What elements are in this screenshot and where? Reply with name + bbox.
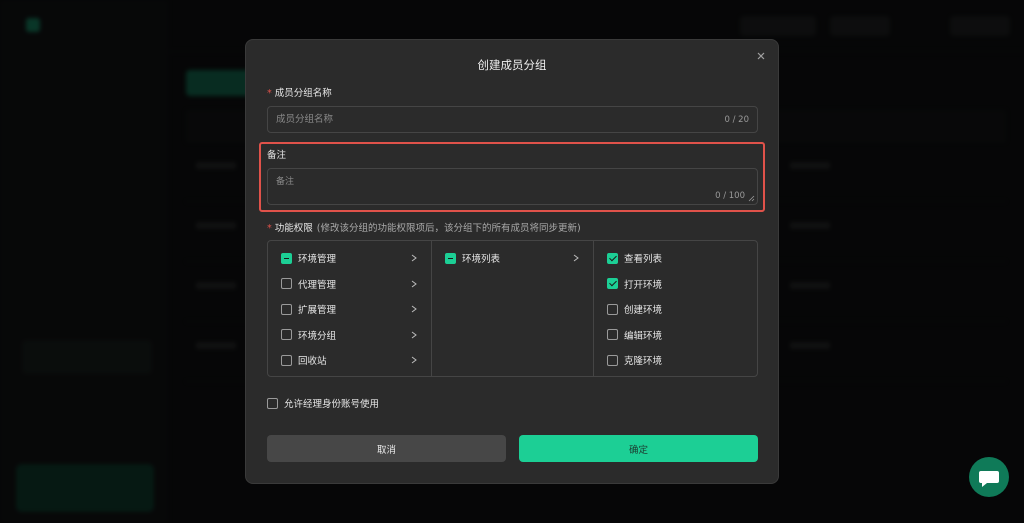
permission-label: 查看列表	[624, 254, 663, 265]
permissions-column-submodules: 环境列表	[432, 241, 594, 376]
cancel-button[interactable]: 取消	[267, 435, 506, 462]
allow-manager-checkbox[interactable]	[267, 397, 278, 409]
permission-label: 环境列表	[462, 254, 501, 265]
chat-support-button[interactable]	[969, 457, 1009, 497]
permission-checkbox[interactable]	[607, 303, 618, 315]
permission-checkbox[interactable]	[607, 329, 618, 340]
permission-checkbox[interactable]	[281, 303, 292, 315]
permission-item[interactable]: 代理管理	[281, 277, 419, 291]
permission-item[interactable]: 扩展管理	[281, 302, 419, 316]
chevron-right-icon[interactable]	[409, 303, 419, 315]
close-icon	[757, 52, 765, 60]
permission-item[interactable]: 环境管理	[281, 251, 419, 265]
create-member-group-dialog: 创建成员分组 *成员分组名称 0 / 20 备注 0 / 100 *功能权限(修…	[245, 39, 779, 484]
permission-item[interactable]: 创建环境	[607, 302, 745, 316]
permission-label: 环境分组	[298, 330, 337, 342]
permissions-column-actions: 查看列表打开环境创建环境编辑环境克隆环境	[594, 241, 757, 376]
chevron-right-icon[interactable]	[409, 354, 419, 366]
permission-label: 代理管理	[298, 279, 337, 291]
required-mark: *	[267, 223, 272, 234]
group-name-input[interactable]	[268, 107, 708, 132]
remark-label: 备注	[267, 150, 287, 161]
permission-item[interactable]: 打开环境	[607, 277, 745, 291]
permission-checkbox[interactable]	[281, 252, 292, 264]
chat-icon	[979, 471, 999, 487]
permissions-panel: 环境管理代理管理扩展管理环境分组回收站 环境列表 查看列表打开环境创建环境编辑环…	[267, 240, 758, 377]
remark-field[interactable]: 0 / 100	[267, 168, 758, 205]
permission-item[interactable]: 查看列表	[607, 251, 745, 265]
chevron-right-icon[interactable]	[409, 252, 419, 264]
permission-checkbox[interactable]	[607, 252, 618, 264]
group-name-field[interactable]: 0 / 20	[267, 106, 758, 133]
permission-checkbox[interactable]	[281, 329, 292, 340]
permission-label: 回收站	[298, 356, 327, 367]
permission-checkbox[interactable]	[281, 354, 292, 366]
confirm-button[interactable]: 确定	[519, 435, 758, 462]
required-mark: *	[267, 88, 272, 99]
permission-label: 创建环境	[624, 305, 663, 316]
permissions-column-modules: 环境管理代理管理扩展管理环境分组回收站	[268, 241, 432, 376]
permission-checkbox[interactable]	[445, 252, 456, 264]
permission-label: 扩展管理	[298, 305, 337, 316]
permissions-hint: (修改该分组的功能权限项后，该分组下的所有成员将同步更新)	[316, 223, 581, 234]
permission-label: 克隆环境	[624, 356, 663, 367]
group-name-label: * 成员分组名称	[267, 88, 332, 99]
allow-manager-label: 允许经理身份账号使用	[284, 399, 380, 410]
chevron-right-icon[interactable]	[571, 252, 581, 264]
permissions-label: * 功能权限 (修改该分组的功能权限项后，该分组下的所有成员将同步更新)	[267, 223, 581, 234]
permission-item[interactable]: 编辑环境	[607, 328, 745, 342]
permission-checkbox[interactable]	[281, 278, 292, 289]
chevron-right-icon[interactable]	[409, 329, 419, 341]
dialog-title: 创建成员分组	[477, 58, 547, 72]
remark-counter: 0 / 100	[715, 191, 745, 201]
permission-label: 环境管理	[298, 254, 337, 265]
allow-manager-option[interactable]: 允许经理身份账号使用	[267, 396, 379, 410]
permission-checkbox[interactable]	[607, 278, 618, 289]
permission-item[interactable]: 回收站	[281, 353, 419, 367]
permission-item[interactable]: 克隆环境	[607, 353, 745, 367]
permission-item[interactable]: 环境列表	[445, 251, 581, 265]
group-name-counter: 0 / 20	[724, 115, 750, 125]
chevron-right-icon[interactable]	[409, 278, 419, 290]
close-button[interactable]	[754, 49, 768, 63]
permission-checkbox[interactable]	[607, 354, 618, 366]
resize-grip-icon[interactable]	[748, 195, 755, 202]
permission-label: 编辑环境	[624, 330, 663, 342]
remark-textarea[interactable]	[268, 169, 698, 204]
permission-label: 打开环境	[624, 279, 663, 291]
permission-item[interactable]: 环境分组	[281, 328, 419, 342]
